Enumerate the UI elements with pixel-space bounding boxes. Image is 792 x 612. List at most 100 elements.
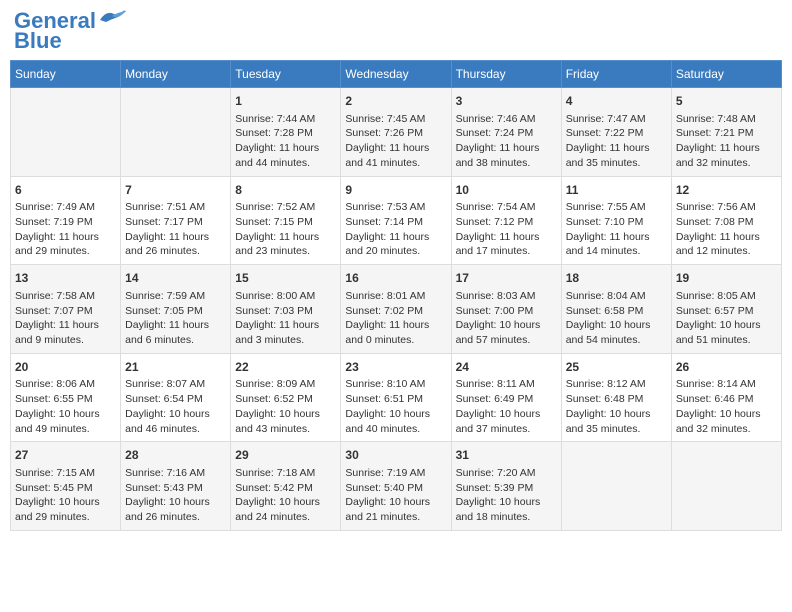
day-info: Sunrise: 8:00 AM Sunset: 7:03 PM Dayligh…: [235, 289, 336, 348]
day-number: 4: [566, 93, 667, 110]
weekday-header-tuesday: Tuesday: [231, 61, 341, 88]
week-row-1: 1 Sunrise: 7:44 AM Sunset: 7:28 PM Daylig…: [11, 88, 782, 177]
day-number: 13: [15, 270, 116, 287]
day-info: Sunrise: 7:19 AM Sunset: 5:40 PM Dayligh…: [345, 466, 446, 525]
logo: General Blue: [14, 10, 128, 52]
calendar-cell: 25Sunrise: 8:12 AM Sunset: 6:48 PM Dayli…: [561, 353, 671, 442]
day-number: 8: [235, 182, 336, 199]
week-row-5: 27 Sunrise: 7:15 AM Sunset: 5:45 PM Dayli…: [11, 442, 782, 531]
weekday-header-sunday: Sunday: [11, 61, 121, 88]
calendar-cell: 9Sunrise: 7:53 AM Sunset: 7:14 PM Daylig…: [341, 176, 451, 265]
day-number: 18: [566, 270, 667, 287]
day-number: 28: [125, 447, 226, 464]
calendar-cell: 29Sunrise: 7:18 AM Sunset: 5:42 PM Dayli…: [231, 442, 341, 531]
day-number: 17: [456, 270, 557, 287]
day-number: 3: [456, 93, 557, 110]
calendar-cell: 13Sunrise: 7:58 AM Sunset: 7:07 PM Dayli…: [11, 265, 121, 354]
day-number: 29: [235, 447, 336, 464]
day-number: 22: [235, 359, 336, 376]
weekday-header-wednesday: Wednesday: [341, 61, 451, 88]
calendar-cell: 31Sunrise: 7:20 AM Sunset: 5:39 PM Dayli…: [451, 442, 561, 531]
calendar-cell: [561, 442, 671, 531]
day-number: 10: [456, 182, 557, 199]
calendar-cell: 19 Sunrise: 8:05 AM Sunset: 6:57 PM Dayli…: [671, 265, 781, 354]
day-info: Sunrise: 7:44 AM Sunset: 7:28 PM Dayligh…: [235, 112, 336, 171]
week-row-3: 13Sunrise: 7:58 AM Sunset: 7:07 PM Dayli…: [11, 265, 782, 354]
weekday-header-monday: Monday: [121, 61, 231, 88]
day-info: Sunrise: 7:56 AM Sunset: 7:08 PM Dayligh…: [676, 200, 777, 259]
calendar-cell: 28 Sunrise: 7:16 AM Sunset: 5:43 PM Dayli…: [121, 442, 231, 531]
day-info: Sunrise: 7:16 AM Sunset: 5:43 PM Dayligh…: [125, 466, 226, 525]
day-info: Sunrise: 7:45 AM Sunset: 7:26 PM Dayligh…: [345, 112, 446, 171]
weekday-header-thursday: Thursday: [451, 61, 561, 88]
calendar-cell: 24Sunrise: 8:11 AM Sunset: 6:49 PM Dayli…: [451, 353, 561, 442]
calendar-cell: 17 Sunrise: 8:03 AM Sunset: 7:00 PM Dayli…: [451, 265, 561, 354]
day-info: Sunrise: 7:59 AM Sunset: 7:05 PM Dayligh…: [125, 289, 226, 348]
day-number: 30: [345, 447, 446, 464]
day-info: Sunrise: 7:55 AM Sunset: 7:10 PM Dayligh…: [566, 200, 667, 259]
day-info: Sunrise: 8:03 AM Sunset: 7:00 PM Dayligh…: [456, 289, 557, 348]
calendar-table: SundayMondayTuesdayWednesdayThursdayFrid…: [10, 60, 782, 531]
logo-blue: Blue: [14, 30, 62, 52]
day-number: 6: [15, 182, 116, 199]
day-info: Sunrise: 7:51 AM Sunset: 7:17 PM Dayligh…: [125, 200, 226, 259]
day-number: 11: [566, 182, 667, 199]
calendar-cell: [11, 88, 121, 177]
calendar-cell: 11Sunrise: 7:55 AM Sunset: 7:10 PM Dayli…: [561, 176, 671, 265]
calendar-cell: 6Sunrise: 7:49 AM Sunset: 7:19 PM Daylig…: [11, 176, 121, 265]
day-number: 16: [345, 270, 446, 287]
calendar-cell: 12Sunrise: 7:56 AM Sunset: 7:08 PM Dayli…: [671, 176, 781, 265]
calendar-cell: 20Sunrise: 8:06 AM Sunset: 6:55 PM Dayli…: [11, 353, 121, 442]
logo-bird-icon: [98, 8, 128, 30]
calendar-cell: 7Sunrise: 7:51 AM Sunset: 7:17 PM Daylig…: [121, 176, 231, 265]
day-info: Sunrise: 8:12 AM Sunset: 6:48 PM Dayligh…: [566, 377, 667, 436]
day-info: Sunrise: 7:48 AM Sunset: 7:21 PM Dayligh…: [676, 112, 777, 171]
day-info: Sunrise: 7:20 AM Sunset: 5:39 PM Dayligh…: [456, 466, 557, 525]
day-number: 27: [15, 447, 116, 464]
day-number: 2: [345, 93, 446, 110]
day-number: 21: [125, 359, 226, 376]
day-number: 26: [676, 359, 777, 376]
day-info: Sunrise: 8:10 AM Sunset: 6:51 PM Dayligh…: [345, 377, 446, 436]
day-info: Sunrise: 8:09 AM Sunset: 6:52 PM Dayligh…: [235, 377, 336, 436]
day-number: 25: [566, 359, 667, 376]
day-number: 9: [345, 182, 446, 199]
day-info: Sunrise: 7:52 AM Sunset: 7:15 PM Dayligh…: [235, 200, 336, 259]
day-number: 20: [15, 359, 116, 376]
calendar-body: 1 Sunrise: 7:44 AM Sunset: 7:28 PM Daylig…: [11, 88, 782, 531]
day-info: Sunrise: 7:54 AM Sunset: 7:12 PM Dayligh…: [456, 200, 557, 259]
day-info: Sunrise: 8:05 AM Sunset: 6:57 PM Dayligh…: [676, 289, 777, 348]
day-info: Sunrise: 7:15 AM Sunset: 5:45 PM Dayligh…: [15, 466, 116, 525]
calendar-cell: 30 Sunrise: 7:19 AM Sunset: 5:40 PM Dayli…: [341, 442, 451, 531]
day-number: 12: [676, 182, 777, 199]
calendar-cell: 2 Sunrise: 7:45 AM Sunset: 7:26 PM Daylig…: [341, 88, 451, 177]
calendar-cell: 5Sunrise: 7:48 AM Sunset: 7:21 PM Daylig…: [671, 88, 781, 177]
day-number: 23: [345, 359, 446, 376]
weekday-header-saturday: Saturday: [671, 61, 781, 88]
calendar-cell: 10Sunrise: 7:54 AM Sunset: 7:12 PM Dayli…: [451, 176, 561, 265]
week-row-2: 6Sunrise: 7:49 AM Sunset: 7:19 PM Daylig…: [11, 176, 782, 265]
calendar-header: SundayMondayTuesdayWednesdayThursdayFrid…: [11, 61, 782, 88]
day-info: Sunrise: 7:53 AM Sunset: 7:14 PM Dayligh…: [345, 200, 446, 259]
calendar-cell: 15Sunrise: 8:00 AM Sunset: 7:03 PM Dayli…: [231, 265, 341, 354]
calendar-cell: 23Sunrise: 8:10 AM Sunset: 6:51 PM Dayli…: [341, 353, 451, 442]
day-info: Sunrise: 7:46 AM Sunset: 7:24 PM Dayligh…: [456, 112, 557, 171]
calendar-cell: 18 Sunrise: 8:04 AM Sunset: 6:58 PM Dayli…: [561, 265, 671, 354]
day-number: 14: [125, 270, 226, 287]
calendar-cell: 16 Sunrise: 8:01 AM Sunset: 7:02 PM Dayli…: [341, 265, 451, 354]
day-number: 7: [125, 182, 226, 199]
day-number: 1: [235, 93, 336, 110]
day-number: 19: [676, 270, 777, 287]
calendar-cell: 21Sunrise: 8:07 AM Sunset: 6:54 PM Dayli…: [121, 353, 231, 442]
day-info: Sunrise: 8:04 AM Sunset: 6:58 PM Dayligh…: [566, 289, 667, 348]
calendar-cell: 1 Sunrise: 7:44 AM Sunset: 7:28 PM Daylig…: [231, 88, 341, 177]
day-number: 24: [456, 359, 557, 376]
calendar-cell: [121, 88, 231, 177]
calendar-cell: [671, 442, 781, 531]
calendar-cell: 26Sunrise: 8:14 AM Sunset: 6:46 PM Dayli…: [671, 353, 781, 442]
calendar-cell: 14 Sunrise: 7:59 AM Sunset: 7:05 PM Dayli…: [121, 265, 231, 354]
day-info: Sunrise: 7:47 AM Sunset: 7:22 PM Dayligh…: [566, 112, 667, 171]
day-info: Sunrise: 8:01 AM Sunset: 7:02 PM Dayligh…: [345, 289, 446, 348]
calendar-cell: 22Sunrise: 8:09 AM Sunset: 6:52 PM Dayli…: [231, 353, 341, 442]
page-header: General Blue: [10, 10, 782, 52]
